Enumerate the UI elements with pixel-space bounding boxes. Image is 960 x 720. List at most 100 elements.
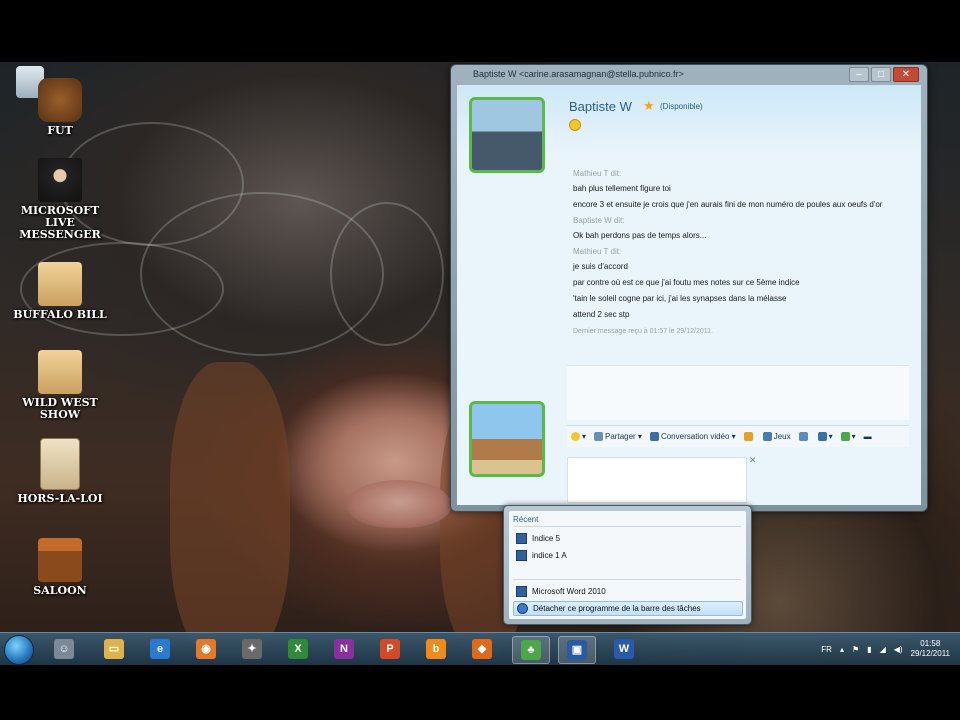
chat-message: encore 3 et ensuite je crois que j'en au…: [573, 200, 883, 209]
folder-icon: [38, 350, 82, 394]
conversation-history: Mathieu T dit: bah plus tellement figure …: [573, 163, 913, 335]
onenote-icon: N: [334, 639, 354, 659]
show-hidden-icons[interactable]: ▴: [840, 645, 844, 654]
video-call-button[interactable]: Conversation vidéo ▾: [649, 431, 736, 442]
menu-button[interactable]: ▬: [864, 432, 872, 441]
nudge-button[interactable]: [798, 432, 810, 442]
media-icon: ◉: [196, 639, 216, 659]
sender-line: Mathieu T dit:: [573, 247, 622, 256]
taskbar-app-button[interactable]: W: [606, 636, 642, 662]
close-input-icon[interactable]: ✕: [749, 455, 757, 466]
close-button[interactable]: ✕: [893, 67, 919, 82]
contact-avatar[interactable]: [469, 97, 545, 173]
desktop-icon-fut[interactable]: FUT: [6, 78, 114, 137]
explorer-icon: ▭: [104, 639, 124, 659]
maximize-button[interactable]: □: [871, 67, 891, 82]
video-icon: [649, 432, 659, 442]
taskbar-jump-list: Récent Indice 5 indice 1 A Microsoft Wor…: [503, 505, 752, 625]
divider: [513, 579, 741, 580]
desktop-icon-label: MICROSOFT LIVE MESSENGER: [19, 204, 101, 241]
live-messenger-icon: ♣: [521, 640, 541, 660]
minimize-button[interactable]: –: [849, 67, 869, 82]
activity-icon: [840, 432, 850, 442]
flag-icon[interactable]: ⚑: [852, 645, 859, 654]
chat-message: bah plus tellement figure toi: [573, 184, 671, 193]
jump-list-program[interactable]: Microsoft Word 2010: [513, 585, 741, 598]
jump-list-item-label: Indice 5: [532, 534, 561, 543]
saloon-icon: [38, 538, 82, 582]
more-button[interactable]: ▾: [817, 432, 833, 442]
my-avatar[interactable]: [469, 401, 545, 477]
taskbar-app-button[interactable]: b: [418, 636, 454, 662]
internet-explorer-icon: e: [150, 639, 170, 659]
chat-message: Ok bah perdons pas de temps alors...: [573, 231, 707, 240]
taskbar-app-button[interactable]: ✦: [234, 636, 270, 662]
word-icon: [516, 586, 527, 598]
taskbar-app-button[interactable]: ☺: [46, 636, 82, 662]
taskbar-app-button[interactable]: e: [142, 636, 178, 662]
jump-list-item[interactable]: Indice 5: [513, 532, 741, 545]
jump-list-item[interactable]: indice 1 A: [513, 549, 741, 562]
desktop-icon-label: HORS-LA-LOI: [17, 492, 103, 505]
clock[interactable]: 01:58 29/12/2011: [911, 639, 950, 659]
volume-icon[interactable]: ◀): [894, 645, 903, 654]
excel-icon: X: [288, 639, 308, 659]
word-document-icon: [516, 550, 527, 562]
contact-name[interactable]: Baptiste W: [569, 99, 632, 114]
desktop-icon-messenger[interactable]: MICROSOFT LIVE MESSENGER: [6, 158, 114, 241]
powerpoint-icon: P: [380, 639, 400, 659]
chat-message: je suis d'accord: [573, 262, 628, 271]
unpin-from-taskbar[interactable]: Détacher ce programme de la barre des tâ…: [513, 601, 743, 616]
messenger-conversation-window[interactable]: Baptiste W <carine.arasamagnan@stella.pu…: [450, 64, 928, 512]
taskbar-app-button[interactable]: ◉: [188, 636, 224, 662]
taskbar-app-button[interactable]: ◆: [464, 636, 500, 662]
message-display-area: [567, 365, 909, 420]
app-icon: ✦: [242, 639, 262, 659]
taskbar-app-button[interactable]: ▭: [96, 636, 132, 662]
share-button[interactable]: Partager ▾: [594, 431, 642, 442]
unpin-icon: [517, 603, 528, 615]
app-icon: ◆: [472, 639, 492, 659]
sender-line: Baptiste W dit:: [573, 216, 625, 225]
taskbar-app-button[interactable]: ♣: [512, 636, 550, 664]
desktop-icon-wild-west-show[interactable]: WILD WEST SHOW: [6, 350, 114, 421]
message-input[interactable]: [567, 457, 747, 503]
video-label: Conversation vidéo: [660, 431, 730, 441]
games-button[interactable]: Jeux: [762, 431, 791, 442]
desktop-icon-label: WILD WEST SHOW: [22, 396, 98, 421]
games-icon: [762, 432, 772, 442]
activity-button[interactable]: ▾: [840, 432, 856, 442]
desktop-icon-label: BUFFALO BILL: [13, 308, 107, 321]
jump-list-panel: Récent Indice 5 indice 1 A Microsoft Wor…: [509, 511, 746, 619]
unpin-label: Détacher ce programme de la barre des tâ…: [533, 604, 701, 613]
start-button[interactable]: [4, 635, 34, 665]
taskbar-app-button[interactable]: N: [326, 636, 362, 662]
desktop-icon-buffalo-bill[interactable]: BUFFALO BILL: [6, 262, 114, 321]
emoticon-button[interactable]: ▾: [571, 432, 586, 442]
wink-button[interactable]: [743, 432, 755, 442]
chat-message: par contre où est ce que j'ai foutu mes …: [573, 278, 800, 287]
taskbar-app-button[interactable]: P: [372, 636, 408, 662]
favorite-star-icon[interactable]: ★: [643, 98, 655, 114]
sender-line: Mathieu T dit:: [573, 169, 622, 178]
desktop-icon-hors-la-loi[interactable]: HORS-LA-LOI: [6, 438, 114, 505]
last-message-timestamp: Dernier message reçu à 01:57 le 29/12/20…: [573, 328, 713, 335]
taskbar-app-button[interactable]: X: [280, 636, 316, 662]
taskbar-app-button[interactable]: ▣: [558, 636, 596, 664]
share-label: Partager: [605, 431, 636, 441]
games-label: Jeux: [773, 431, 791, 441]
desktop-icon-saloon[interactable]: SALOON: [6, 538, 114, 597]
jump-list-header: Récent: [513, 515, 539, 524]
network-icon[interactable]: ▮: [867, 645, 871, 654]
system-tray: FR ▴ ⚑ ▮ ◢ ◀) 01:58 29/12/2011: [821, 635, 950, 663]
smiley-icon: [569, 119, 581, 131]
word-icon: W: [614, 639, 634, 659]
bing-icon: b: [426, 639, 446, 659]
format-icon: [817, 432, 827, 442]
conversation-body: Baptiste W ★ (Disponible) Mathieu T dit:…: [457, 85, 921, 505]
remote-icon: ▣: [567, 640, 587, 660]
window-controls: – □ ✕: [849, 67, 919, 82]
signal-icon[interactable]: ◢: [880, 645, 886, 654]
language-indicator[interactable]: FR: [821, 645, 832, 654]
wanted-poster-icon: [40, 438, 80, 490]
